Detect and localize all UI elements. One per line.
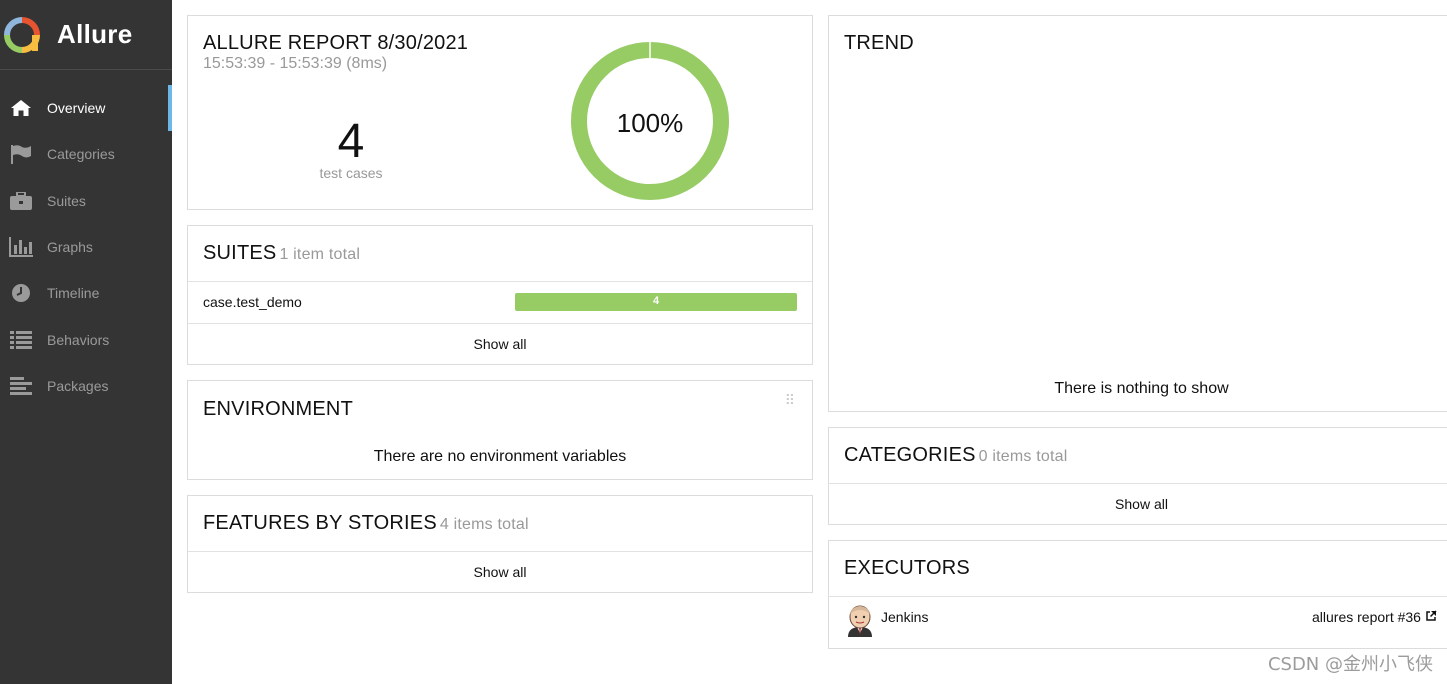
suites-title: SUITES 1 item total	[203, 242, 360, 265]
sidebar-item-graphs[interactable]: Graphs	[0, 224, 172, 270]
categories-card: CATEGORIES 0 items total Show all	[828, 427, 1447, 525]
pass-rate-label: 100%	[616, 108, 684, 138]
environment-title: ENVIRONMENT	[203, 398, 353, 420]
categories-title: CATEGORIES 0 items total	[844, 444, 1068, 467]
environment-empty-text: There are no environment variables	[373, 448, 627, 465]
trend-empty-text: There is nothing to show	[1054, 380, 1229, 397]
sidebar-item-label: Packages	[47, 377, 109, 394]
briefcase-icon	[9, 191, 33, 211]
features-card: FEATURES BY STORIES 4 items total Show al…	[187, 495, 813, 593]
sidebar: Allure Overview Categories Suites Graphs	[0, 0, 172, 684]
executor-name: Jenkins	[881, 609, 929, 625]
environment-card: ENVIRONMENT ⠿ There are no environment v…	[187, 380, 813, 480]
sidebar-item-overview[interactable]: Overview	[0, 85, 172, 132]
test-case-count: 4	[337, 115, 365, 168]
trend-card: TREND There is nothing to show	[828, 15, 1447, 412]
flag-icon	[9, 144, 33, 165]
app-name: Allure	[57, 19, 133, 49]
report-title: ALLURE REPORT 8/30/2021	[203, 32, 469, 54]
categories-title-text: CATEGORIES	[844, 444, 976, 466]
report-time: 15:53:39 - 15:53:39 (8ms)	[203, 55, 388, 72]
divider	[829, 596, 1447, 597]
sidebar-item-behaviors[interactable]: Behaviors	[0, 316, 172, 362]
suites-card: SUITES 1 item total case.test_demo 4 Show…	[187, 225, 813, 365]
categories-show-all-link[interactable]: Show all	[829, 496, 1447, 512]
sidebar-nav: Overview Categories Suites Graphs Timeli…	[0, 85, 172, 409]
test-case-label: test cases	[319, 165, 383, 181]
sidebar-item-label: Suites	[47, 192, 86, 209]
divider	[829, 483, 1447, 484]
drag-handle-icon[interactable]: ⠿	[785, 393, 796, 407]
executors-title: EXECUTORS	[844, 557, 970, 579]
jenkins-avatar-icon	[848, 605, 872, 637]
list-icon	[9, 330, 33, 350]
features-show-all-link[interactable]: Show all	[188, 564, 812, 580]
allure-logo-icon	[4, 16, 40, 53]
external-link-icon	[1426, 610, 1437, 621]
sidebar-item-label: Overview	[47, 100, 106, 117]
sidebar-item-timeline[interactable]: Timeline	[0, 270, 172, 316]
suites-title-text: SUITES	[203, 242, 277, 264]
clock-icon	[9, 283, 33, 303]
executor-build-link[interactable]: allures report #36	[1312, 609, 1437, 625]
watermark: CSDN @金州小飞侠	[1267, 654, 1433, 675]
sidebar-item-label: Graphs	[47, 239, 93, 256]
suites-subtitle: 1 item total	[279, 246, 361, 263]
bar-chart-icon	[9, 237, 33, 258]
sidebar-item-label: Behaviors	[47, 331, 110, 348]
sidebar-item-categories[interactable]: Categories	[0, 131, 172, 177]
suites-show-all-link[interactable]: Show all	[188, 336, 812, 352]
home-icon	[9, 98, 33, 118]
executor-build-link-text: allures report #36	[1312, 609, 1421, 625]
executors-card: EXECUTORS Jenkins allures report #36	[828, 540, 1447, 649]
suite-row[interactable]: case.test_demo 4	[188, 282, 812, 323]
suite-name: case.test_demo	[203, 294, 302, 310]
features-subtitle: 4 items total	[439, 516, 529, 533]
features-title: FEATURES BY STORIES 4 items total	[203, 512, 529, 535]
align-left-icon	[9, 376, 33, 396]
divider	[188, 323, 812, 324]
categories-subtitle: 0 items total	[978, 448, 1068, 465]
sidebar-item-suites[interactable]: Suites	[0, 178, 172, 224]
divider	[188, 551, 812, 552]
suite-status-bar: 4	[515, 293, 797, 311]
sidebar-item-label: Timeline	[47, 285, 100, 302]
summary-card: ALLURE REPORT 8/30/2021 15:53:39 - 15:53…	[187, 15, 813, 210]
sidebar-item-packages[interactable]: Packages	[0, 363, 172, 409]
sidebar-item-label: Categories	[47, 146, 115, 163]
pass-rate-chart[interactable]: 100%	[570, 41, 730, 201]
features-title-text: FEATURES BY STORIES	[203, 512, 437, 534]
trend-title: TREND	[844, 32, 914, 54]
brand[interactable]: Allure	[0, 0, 172, 70]
